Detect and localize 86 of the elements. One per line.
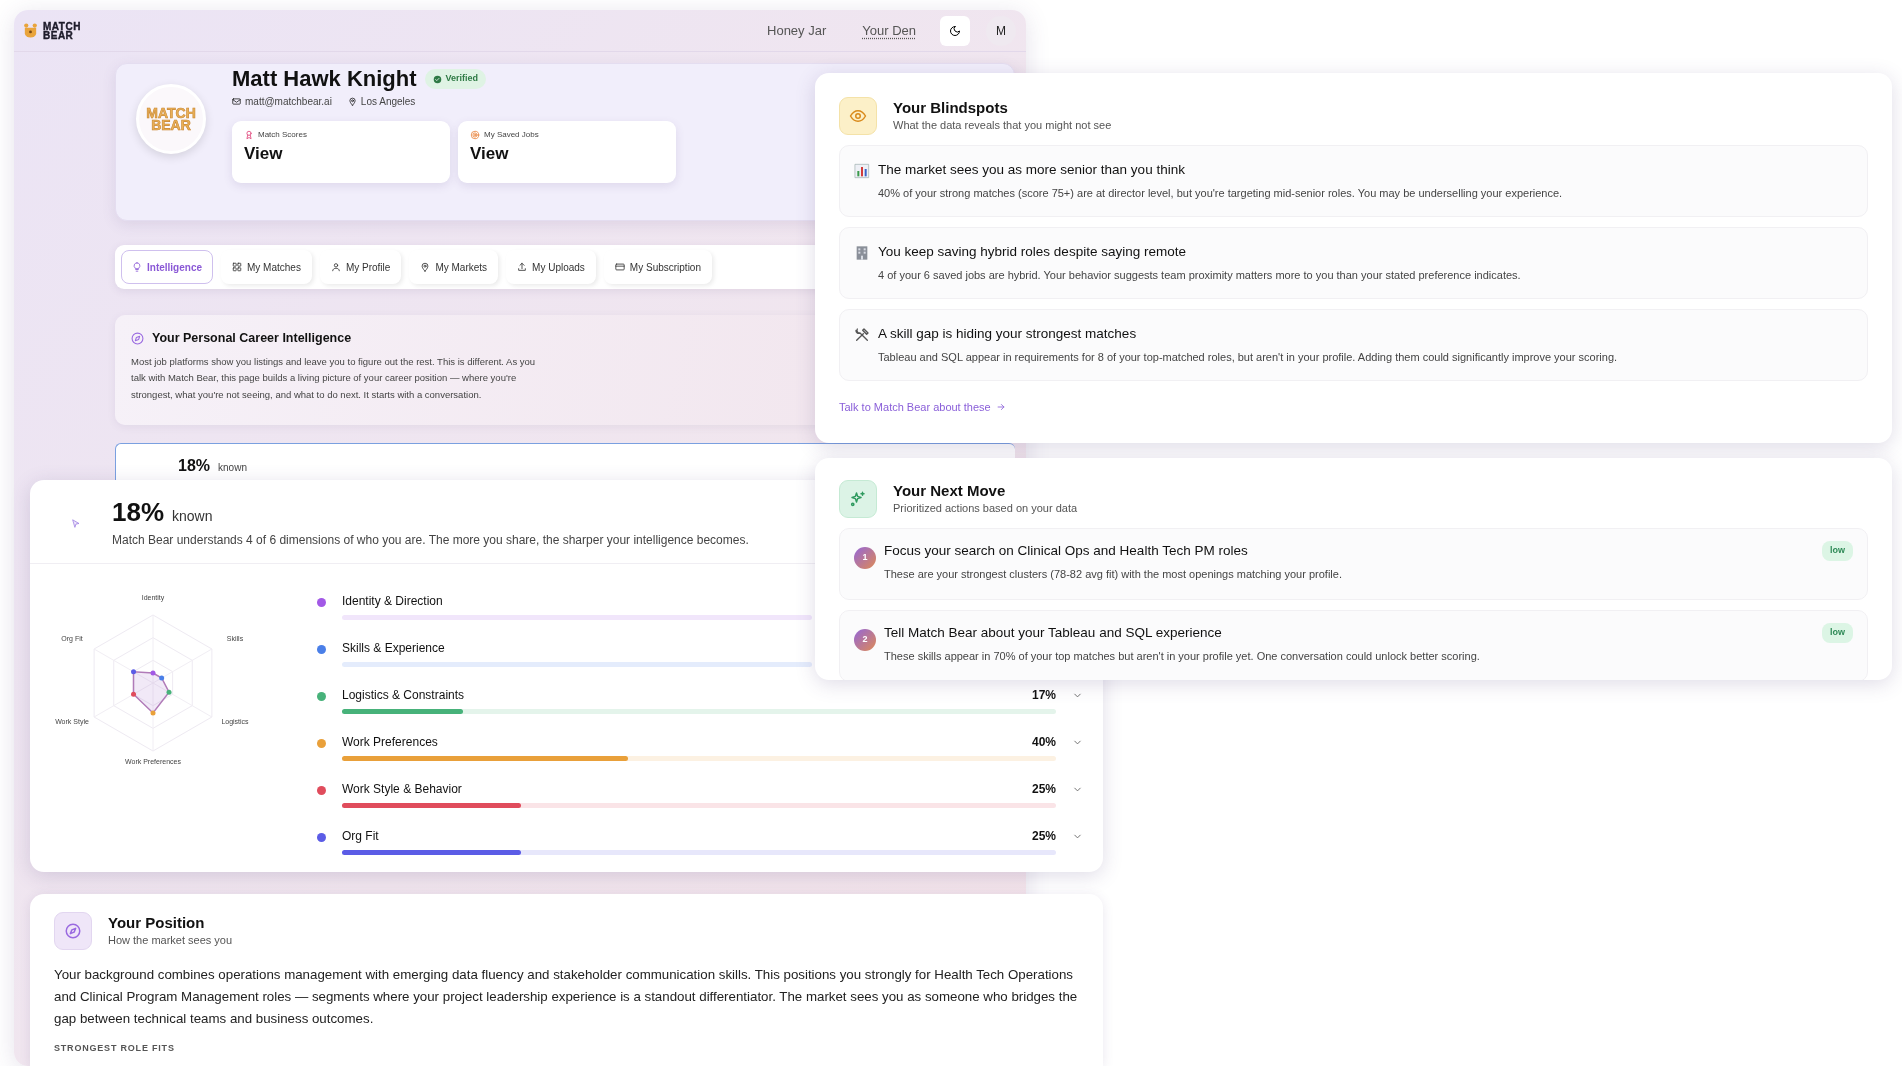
grid-icon [232, 262, 242, 272]
intro-text: Most job platforms show you listings and leave you to figure out the rest. This is different. As you talk with Match Bear, this page builds a living picture of your career position — where you're strongest, what you're not seeing, and what to do next. It starts with a conversation. [131, 354, 537, 402]
card-title: Your Position [108, 913, 206, 932]
insight-title: The market sees you as more senior than you think [878, 161, 1186, 179]
dimension-percent: 25% [1031, 828, 1056, 845]
insight-text: Tableau and SQL appear in requirements for 8 of your top-matched roles, but aren't in your profile. Adding them could significantly improve your scoring. [878, 350, 1618, 366]
target-icon [470, 130, 480, 141]
insight-text: 4 of your 6 saved jobs are hybrid. Your behavior suggests team proximity matters more to you than your stated preference indicates. [878, 268, 1521, 284]
check-icon [432, 74, 442, 84]
dimension-percent: 17% [1031, 687, 1056, 704]
knowledge-description: Match Bear understands 4 of 6 dimensions of who you are. The more you share, the sharper your intelligence becomes. [112, 532, 749, 549]
card-title: Your Blindspots [893, 98, 1009, 117]
percent-value: 18% [112, 498, 165, 526]
tools-icon [854, 327, 870, 343]
ribbon-icon [244, 130, 254, 141]
tab[interactable]: My Markets [409, 250, 499, 284]
action-title: Focus your search on Clinical Ops and Health Tech PM roles [884, 542, 1249, 560]
stat-label: My Saved Jobs [484, 129, 539, 142]
step-number: 2 [854, 629, 876, 651]
arrow-right-icon [995, 402, 1006, 413]
card-title: Your Next Move [893, 481, 1007, 500]
logo-text: BEAR [43, 30, 74, 40]
stat-value: View [470, 143, 510, 166]
moon-icon [949, 24, 961, 37]
percent-label: known [172, 507, 213, 526]
priority-badge: low [1822, 623, 1853, 643]
talk-link[interactable]: Talk to Match Bear about these [839, 399, 1006, 416]
dimension-percent: 40% [1031, 734, 1056, 751]
stat-value: View [244, 143, 284, 166]
tab[interactable]: My Subscription [603, 250, 712, 284]
mail-icon [232, 97, 241, 107]
percent-value: 18% [178, 456, 211, 476]
tab[interactable]: My Matches [221, 250, 312, 284]
nav-link[interactable]: Honey Jar [767, 18, 827, 43]
card-subtitle: Prioritized actions based on your data [893, 500, 1078, 516]
credit-card-icon [614, 262, 625, 272]
stat-card[interactable]: My Saved Jobs View [458, 121, 676, 184]
person-icon [330, 262, 341, 272]
nav-link[interactable]: Your Den [862, 18, 916, 43]
priority-badge: low [1822, 541, 1853, 561]
profile-name: Matt Hawk Knight [232, 66, 417, 93]
card-subtitle: How the market sees you [108, 932, 233, 948]
location-text: Los Angeles [360, 95, 416, 110]
radar-shape [131, 669, 172, 716]
action-title: Tell Match Bear about your Tableau and SQL experience [884, 624, 1223, 642]
bear-logo-icon [22, 22, 39, 39]
compass-icon [64, 922, 82, 940]
bar-chart-icon [854, 163, 870, 179]
stat-label: Match Scores [258, 129, 307, 142]
tab[interactable]: My Profile [319, 250, 402, 284]
eye-icon [849, 107, 867, 125]
upload-icon [517, 262, 528, 272]
building-icon [854, 245, 870, 261]
dimension-name: Org Fit [342, 828, 379, 845]
insight-text: 40% of your strong matches (score 75+) are at director level, but you're targeting mid-senior roles. You may be underselling your experience. [878, 186, 1563, 202]
compass-icon [131, 331, 144, 345]
tab[interactable]: Intelligence [121, 250, 213, 284]
insight-title: A skill gap is hiding your strongest matches [878, 325, 1138, 343]
logo-text: MATCH [43, 21, 81, 31]
insight-title: You keep saving hybrid roles despite saying remote [878, 243, 1187, 261]
email-text: matt@matchbear.ai [245, 95, 332, 110]
position-text: Your background combines operations management with emerging data fluency and stakeholder communication skills. This positions you strongly for Health Tech Operations and Clinical Program Management roles — segments where your project leadership experience is a standout differentiator. The market sees you as someone who bridges the gap between technical teams and business outcomes. [54, 966, 1079, 1028]
card-subtitle: What the data reveals that you might not see [893, 117, 1112, 133]
dimension-name: Identity & Direction [342, 593, 443, 610]
intro-title: Your Personal Career Intelligence [152, 330, 352, 347]
dimension-name: Logistics & Constraints [342, 687, 465, 704]
dimension-percent: 25% [1031, 781, 1056, 798]
dimension-name: Work Preferences [342, 734, 438, 751]
stat-card[interactable]: Match Scores View [232, 121, 450, 184]
section-heading: STRONGEST ROLE FITS [54, 1042, 176, 1055]
tab[interactable]: My Uploads [506, 250, 596, 284]
verified-badge: Verified [424, 69, 487, 89]
action-text: These skills appear in 70% of your top matches but aren't in your profile yet. One conversation could unlock better scoring. [884, 649, 1481, 665]
location-pin-icon [347, 97, 357, 107]
percent-label: known [218, 461, 247, 475]
theme-toggle-button[interactable] [940, 15, 970, 46]
lightbulb-icon [132, 262, 142, 272]
dimension-name: Skills & Experience [342, 640, 445, 657]
location-pin-icon [420, 262, 431, 272]
profile-avatar: MATCH BEAR [136, 84, 206, 154]
avatar-button[interactable]: M [986, 15, 1016, 46]
cursor-icon [70, 517, 82, 530]
dimension-name: Work Style & Behavior [342, 781, 462, 798]
sparkle-icon [849, 490, 867, 508]
step-number: 1 [854, 547, 876, 569]
action-text: These are your strongest clusters (78-82 avg fit) with the most openings matching your profile. [884, 567, 1343, 583]
